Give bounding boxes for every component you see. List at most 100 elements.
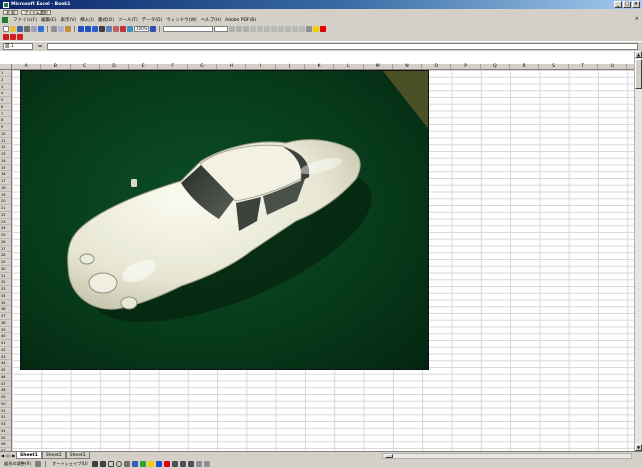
sheet-tab-2[interactable]: Sheet2 — [41, 452, 66, 459]
wordart-icon[interactable] — [131, 460, 138, 467]
row-header-42[interactable]: 42 — [0, 347, 11, 354]
shadow-icon[interactable] — [195, 460, 202, 467]
column-header-m[interactable]: M — [364, 64, 393, 69]
currency-icon[interactable] — [278, 25, 285, 32]
line-style-icon[interactable] — [171, 460, 178, 467]
preview-icon[interactable] — [31, 25, 37, 32]
redo-icon[interactable] — [85, 25, 91, 32]
row-header-45[interactable]: 45 — [0, 367, 11, 374]
row-header-31[interactable]: 31 — [0, 273, 11, 280]
row-header-56[interactable]: 56 — [0, 441, 11, 448]
row-header-1[interactable]: 1 — [0, 70, 11, 77]
hyperlink-icon[interactable] — [92, 25, 98, 32]
row-header-16[interactable]: 16 — [0, 171, 11, 178]
row-header-29[interactable]: 29 — [0, 259, 11, 266]
row-header-23[interactable]: 23 — [0, 219, 11, 226]
row-header-32[interactable]: 32 — [0, 279, 11, 286]
textbox-icon[interactable] — [123, 460, 130, 467]
row-header-37[interactable]: 37 — [0, 313, 11, 320]
column-header-n[interactable]: N — [393, 64, 423, 69]
3d-icon[interactable] — [203, 460, 210, 467]
sum-icon[interactable] — [99, 25, 105, 32]
ime-mode[interactable]: あ 般 — [3, 10, 19, 15]
menu-file[interactable]: ファイル(F) — [11, 17, 39, 23]
row-header-18[interactable]: 18 — [0, 185, 11, 192]
column-header-k[interactable]: K — [305, 64, 335, 69]
autoshape-menu[interactable]: オートシェイプ(U) — [50, 461, 90, 467]
sheet-tab-3[interactable]: Sheet3 — [65, 452, 90, 459]
row-header-11[interactable]: 11 — [0, 138, 11, 145]
row-header-14[interactable]: 14 — [0, 158, 11, 165]
row-header-54[interactable]: 54 — [0, 428, 11, 435]
oval-icon[interactable] — [115, 460, 122, 467]
scroll-down-icon[interactable]: ▼ — [635, 444, 642, 451]
row-header-41[interactable]: 41 — [0, 340, 11, 347]
formula-input[interactable] — [47, 43, 638, 50]
column-header-u[interactable]: U — [598, 64, 628, 69]
italic-icon[interactable] — [236, 25, 243, 32]
row-header-44[interactable]: 44 — [0, 360, 11, 367]
font-color-draw-icon[interactable] — [163, 460, 170, 467]
column-header-t[interactable]: T — [569, 64, 598, 69]
arrow-icon[interactable] — [99, 460, 106, 467]
border-icon[interactable] — [306, 25, 313, 32]
rectangle-icon[interactable] — [107, 460, 114, 467]
print-icon[interactable] — [24, 25, 30, 32]
zoom-select[interactable]: 100% — [134, 25, 150, 32]
select-pointer-icon[interactable] — [35, 460, 42, 467]
draw-adjust-menu[interactable]: 図形の調整(R) — [2, 461, 33, 467]
menu-edit[interactable]: 編集(E) — [39, 17, 58, 23]
align-right-icon[interactable] — [264, 25, 271, 32]
paste-icon[interactable] — [65, 25, 71, 32]
pdf-convert-icon[interactable] — [3, 34, 9, 40]
indent-icon[interactable] — [299, 25, 306, 32]
row-header-9[interactable]: 9 — [0, 124, 11, 131]
menu-tools[interactable]: ツール(T) — [116, 17, 140, 23]
workbook-close-icon[interactable]: × — [635, 16, 639, 22]
embedded-car-photo[interactable] — [20, 70, 429, 370]
help-icon[interactable] — [150, 25, 157, 32]
column-header-q[interactable]: Q — [481, 64, 511, 69]
fill-color-draw-icon[interactable] — [147, 460, 154, 467]
row-header-13[interactable]: 13 — [0, 151, 11, 158]
column-header-r[interactable]: R — [510, 64, 540, 69]
row-header-30[interactable]: 30 — [0, 266, 11, 273]
line-icon[interactable] — [91, 460, 98, 467]
save-icon[interactable] — [17, 25, 23, 32]
line-color-icon[interactable] — [155, 460, 162, 467]
row-header-35[interactable]: 35 — [0, 300, 11, 307]
row-header-15[interactable]: 15 — [0, 165, 11, 172]
row-header-5[interactable]: 5 — [0, 97, 11, 104]
row-header-21[interactable]: 21 — [0, 205, 11, 212]
column-header-h[interactable]: H — [217, 64, 247, 69]
row-header-2[interactable]: 2 — [0, 77, 11, 84]
row-header-36[interactable]: 36 — [0, 306, 11, 313]
row-header-40[interactable]: 40 — [0, 333, 11, 340]
menu-format[interactable]: 書式(O) — [96, 17, 116, 23]
row-header-43[interactable]: 43 — [0, 354, 11, 361]
bold-icon[interactable] — [229, 25, 236, 32]
column-header-g[interactable]: G — [188, 64, 218, 69]
row-header-25[interactable]: 25 — [0, 232, 11, 239]
pdf-mail-icon[interactable] — [10, 34, 16, 40]
row-header-53[interactable]: 53 — [0, 421, 11, 428]
menu-help[interactable]: ヘルプ(H) — [199, 17, 223, 23]
underline-icon[interactable] — [243, 25, 250, 32]
drawing-icon[interactable] — [127, 25, 133, 32]
minimize-button[interactable]: _ — [614, 1, 622, 8]
column-header-s[interactable]: S — [539, 64, 569, 69]
undo-icon[interactable] — [78, 25, 84, 32]
fx-icon[interactable]: = — [35, 44, 45, 50]
align-left-icon[interactable] — [250, 25, 257, 32]
row-header-48[interactable]: 48 — [0, 387, 11, 394]
row-header-17[interactable]: 17 — [0, 178, 11, 185]
row-header-12[interactable]: 12 — [0, 144, 11, 151]
workbook-icon[interactable] — [2, 17, 8, 23]
row-header-51[interactable]: 51 — [0, 408, 11, 415]
row-header-4[interactable]: 4 — [0, 90, 11, 97]
column-header-o[interactable]: O — [422, 64, 452, 69]
row-header-28[interactable]: 28 — [0, 252, 11, 259]
row-header-47[interactable]: 47 — [0, 381, 11, 388]
arrow-style-icon[interactable] — [187, 460, 194, 467]
pdf-review-icon[interactable] — [17, 34, 23, 40]
